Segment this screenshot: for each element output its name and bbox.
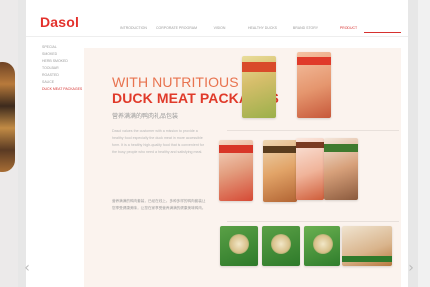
chinese-title: 营养满满的鸭肉礼品包装	[112, 114, 179, 120]
product-sidebar: SPECIAL SMOKED HERB SMOKED TOOLBAR ROAST…	[42, 44, 82, 93]
product-divider	[227, 130, 399, 131]
chevron-right-icon[interactable]: ›	[406, 261, 416, 275]
chevron-left-icon[interactable]: ‹	[22, 261, 32, 275]
product-divider	[227, 221, 399, 222]
product-package-image[interactable]	[262, 226, 300, 266]
description-chinese: 营养满满的鸭肉套装，已经在线上。多种多样的鸭肉套装让您享受健康美味，让您在家享受…	[112, 199, 206, 210]
product-package-image[interactable]	[304, 226, 340, 266]
website-frame: Dasol INTRODUCTION CORPORATE PROGRAM VIS…	[26, 0, 408, 287]
product-package-image[interactable]	[220, 226, 258, 266]
nav-product[interactable]: PRODUCT	[327, 26, 370, 30]
sidebar-item-roasted[interactable]: ROASTED	[42, 72, 82, 79]
nav-introduction[interactable]: INTRODUCTION	[112, 26, 155, 30]
sidebar-item-special[interactable]: SPECIAL	[42, 44, 82, 51]
product-package-image[interactable]	[242, 56, 276, 118]
product-package-image[interactable]	[219, 140, 253, 201]
nav-vision[interactable]: VISION	[198, 26, 241, 30]
product-package-image[interactable]	[324, 138, 358, 200]
nav-brand-story[interactable]: BRAND STORY	[284, 26, 327, 30]
sidebar-item-sauce[interactable]: SAUCE	[42, 79, 82, 86]
description-english: Dasol values the customer with a mission…	[112, 129, 204, 154]
sidebar-item-smoked[interactable]: SMOKED	[42, 51, 82, 58]
active-nav-underline	[364, 32, 401, 33]
product-package-image[interactable]	[296, 138, 324, 200]
sidebar-item-herb-smoked[interactable]: HERB SMOKED	[42, 58, 82, 65]
sidebar-item-duck-meat-packages[interactable]: DUCK MEAT PACKAGES	[42, 86, 82, 93]
headline-line-1: WITH NUTRITIOUS	[112, 74, 239, 90]
right-peek-panel	[418, 0, 430, 287]
logo[interactable]: Dasol	[40, 14, 79, 30]
food-image-peek	[0, 62, 15, 172]
nav-healthy-ducks[interactable]: HEALTHY DUCKS	[241, 26, 284, 30]
top-navigation: INTRODUCTION CORPORATE PROGRAM VISION HE…	[112, 26, 370, 30]
sidebar-item-toolbar[interactable]: TOOLBAR	[42, 65, 82, 72]
nav-corporate-program[interactable]: CORPORATE PROGRAM	[155, 26, 198, 30]
product-content: WITH NUTRITIOUS DUCK MEAT PACKAGES 营养满满的…	[84, 48, 401, 287]
product-package-image[interactable]	[263, 140, 297, 202]
site-header: Dasol INTRODUCTION CORPORATE PROGRAM VIS…	[26, 0, 408, 37]
product-package-image[interactable]	[297, 52, 331, 118]
product-package-image[interactable]	[342, 226, 392, 266]
left-peek-panel	[0, 0, 18, 287]
